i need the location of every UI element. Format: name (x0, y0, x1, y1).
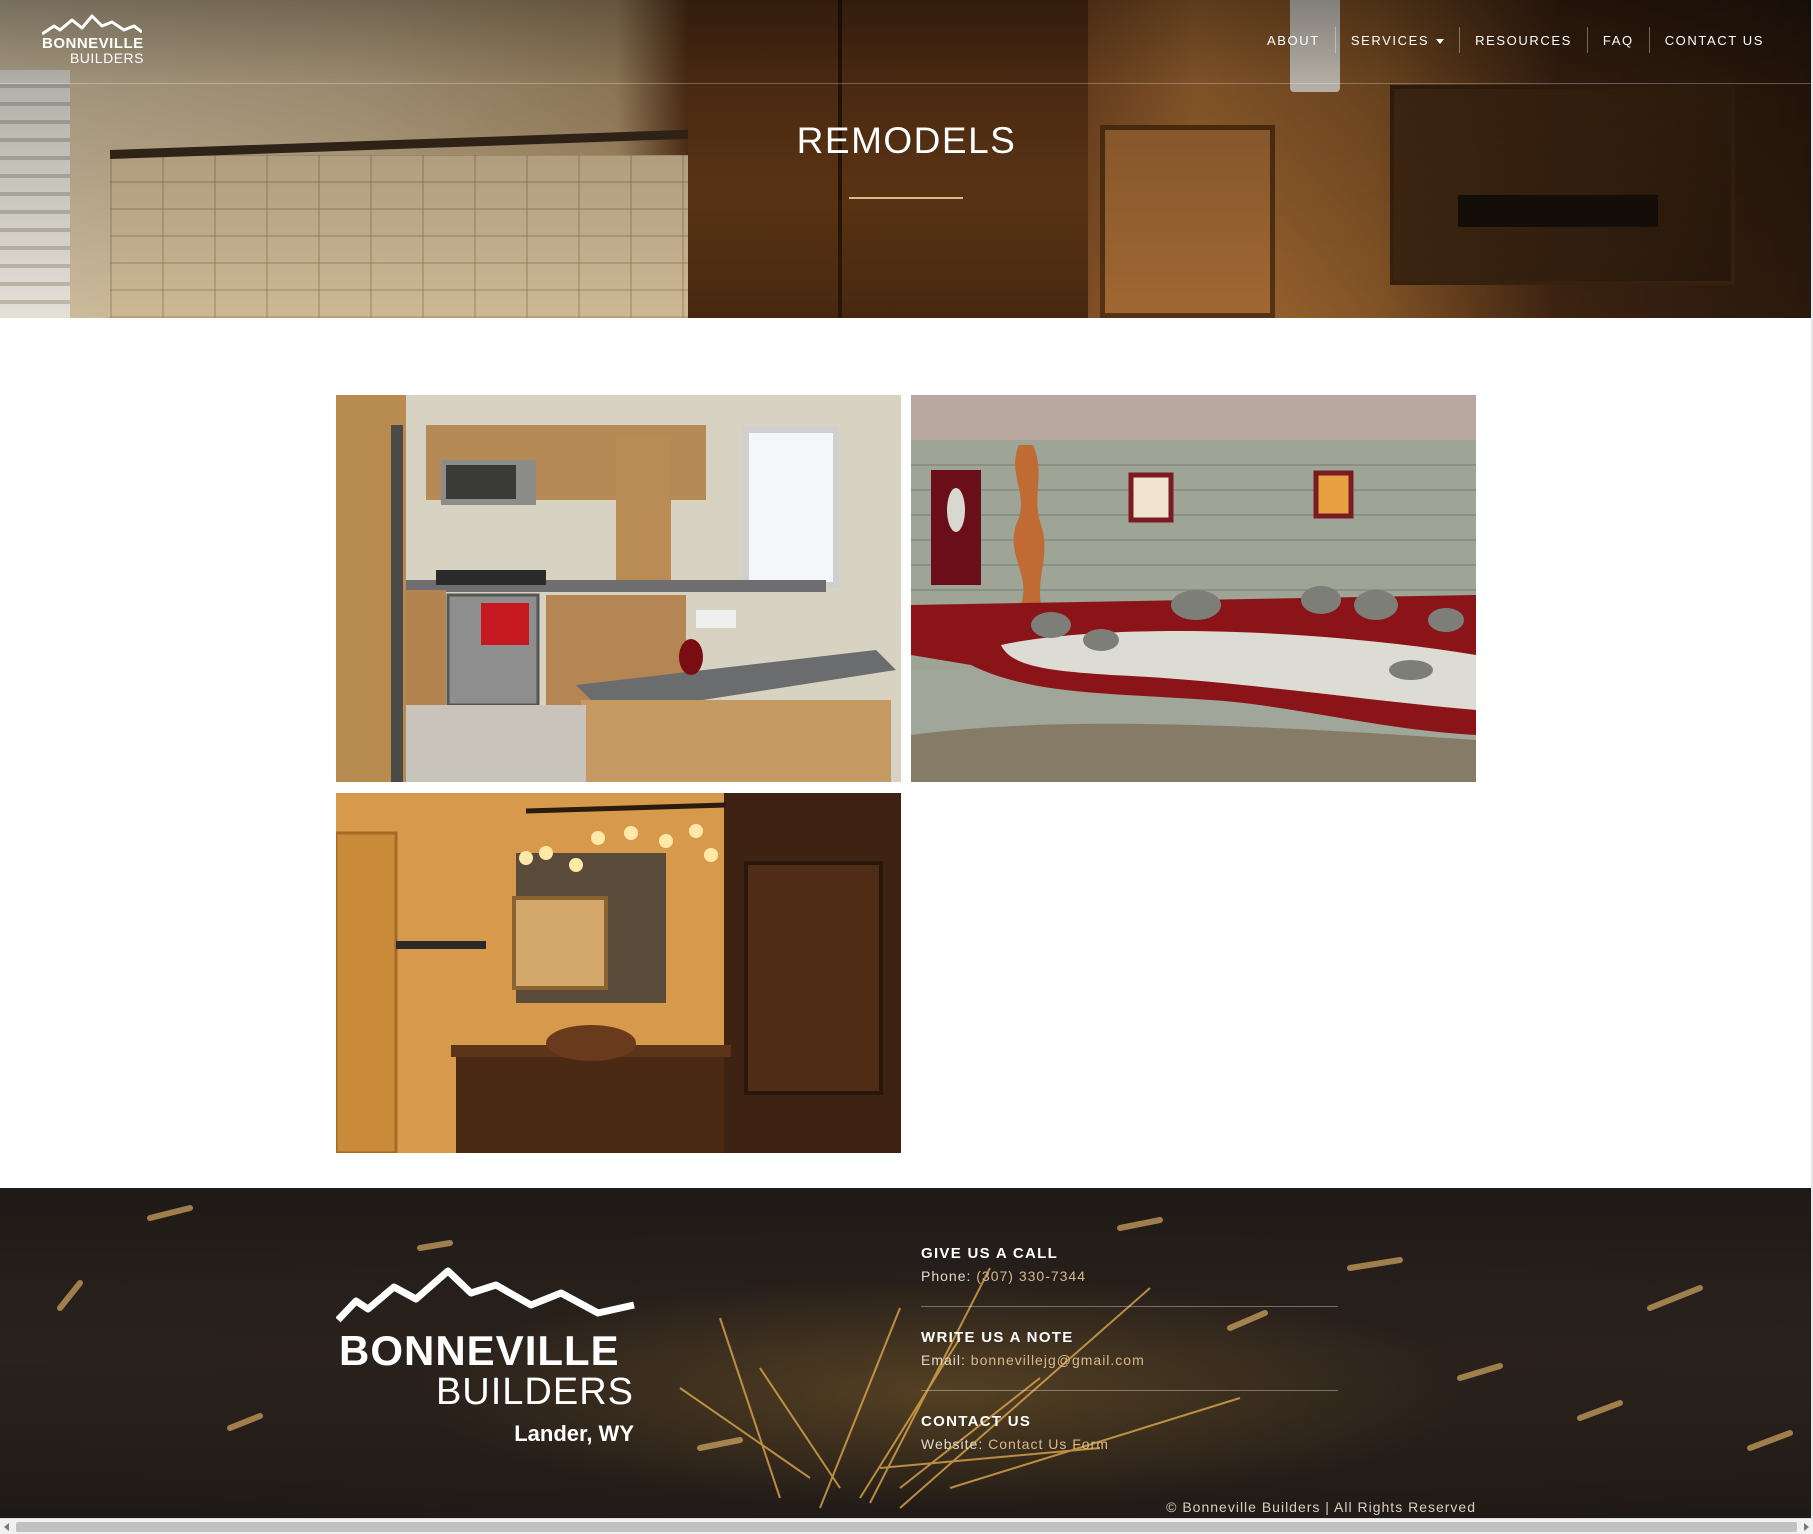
gallery-image-bathroom[interactable] (336, 793, 901, 1153)
gallery-image-courtyard[interactable] (911, 395, 1476, 782)
scrollbar-thumb[interactable] (16, 1522, 1797, 1532)
bathroom-photo (336, 793, 901, 1153)
footer-contact: GIVE US A CALL Phone: (307) 330-7344 WRI… (921, 1245, 1338, 1474)
scroll-right-icon[interactable] (1804, 1523, 1809, 1531)
main-nav: ABOUT SERVICES RESOURCES FAQ CONTACT US (1252, 26, 1779, 54)
email-link[interactable]: bonnevillejg@gmail.com (971, 1352, 1145, 1368)
contact-note-block: WRITE US A NOTE Email: bonnevillejg@gmai… (921, 1329, 1338, 1391)
nav-divider (0, 83, 1813, 84)
phone-link[interactable]: (307) 330-7344 (976, 1268, 1086, 1284)
nav-faq[interactable]: FAQ (1588, 33, 1649, 48)
scroll-left-icon[interactable] (4, 1523, 9, 1531)
contact-line: Website: Contact Us Form (921, 1436, 1338, 1452)
note-line: Email: bonnevillejg@gmail.com (921, 1352, 1338, 1368)
nav-services[interactable]: SERVICES (1336, 33, 1459, 48)
footer-logo: BONNEVILLE BUILDERS Lander, WY (335, 1265, 636, 1455)
nav-about-label: ABOUT (1267, 32, 1320, 48)
contact-form-link[interactable]: Contact Us Form (988, 1436, 1109, 1452)
copyright-text: © Bonneville Builders | All Rights Reser… (1166, 1499, 1476, 1515)
kitchen-photo (336, 395, 901, 782)
phone-prefix: Phone: (921, 1268, 972, 1284)
footer-location: Lander, WY (514, 1421, 634, 1446)
nav-contact-label: CONTACT US (1664, 32, 1764, 48)
contact-call-block: GIVE US A CALL Phone: (307) 330-7344 (921, 1245, 1338, 1307)
email-prefix: Email: (921, 1352, 966, 1368)
nav-about[interactable]: ABOUT (1252, 33, 1335, 48)
footer-logo-line1: BONNEVILLE (339, 1327, 620, 1374)
call-heading: GIVE US A CALL (921, 1245, 1059, 1262)
nav-faq-label: FAQ (1602, 32, 1634, 48)
footer-logo-line2: BUILDERS (435, 1371, 634, 1413)
courtyard-photo (911, 395, 1476, 782)
nav-contact-us[interactable]: CONTACT US (1650, 33, 1779, 48)
gallery-image-kitchen[interactable] (336, 395, 901, 782)
contact-form-block: CONTACT US Website: Contact Us Form (921, 1413, 1338, 1474)
mountain-logo-icon (335, 1267, 635, 1323)
horizontal-scrollbar[interactable] (0, 1518, 1813, 1534)
page-title: REMODELS (796, 120, 1017, 161)
website-prefix: Website: (921, 1436, 984, 1452)
title-underline (849, 197, 963, 199)
footer-sparks-background (57, 1205, 1793, 1509)
logo-name-line2: BUILDERS (69, 50, 144, 66)
caret-down-icon (1436, 38, 1445, 44)
contact-heading: CONTACT US (921, 1413, 1032, 1430)
nav-resources-label: RESOURCES (1475, 32, 1572, 48)
nav-resources[interactable]: RESOURCES (1460, 33, 1587, 48)
footer (0, 1188, 1813, 1518)
header-logo[interactable]: BONNEVILLE BUILDERS (40, 14, 144, 66)
nav-services-label: SERVICES (1350, 32, 1430, 48)
call-line: Phone: (307) 330-7344 (921, 1268, 1338, 1284)
note-heading: WRITE US A NOTE (921, 1329, 1074, 1346)
